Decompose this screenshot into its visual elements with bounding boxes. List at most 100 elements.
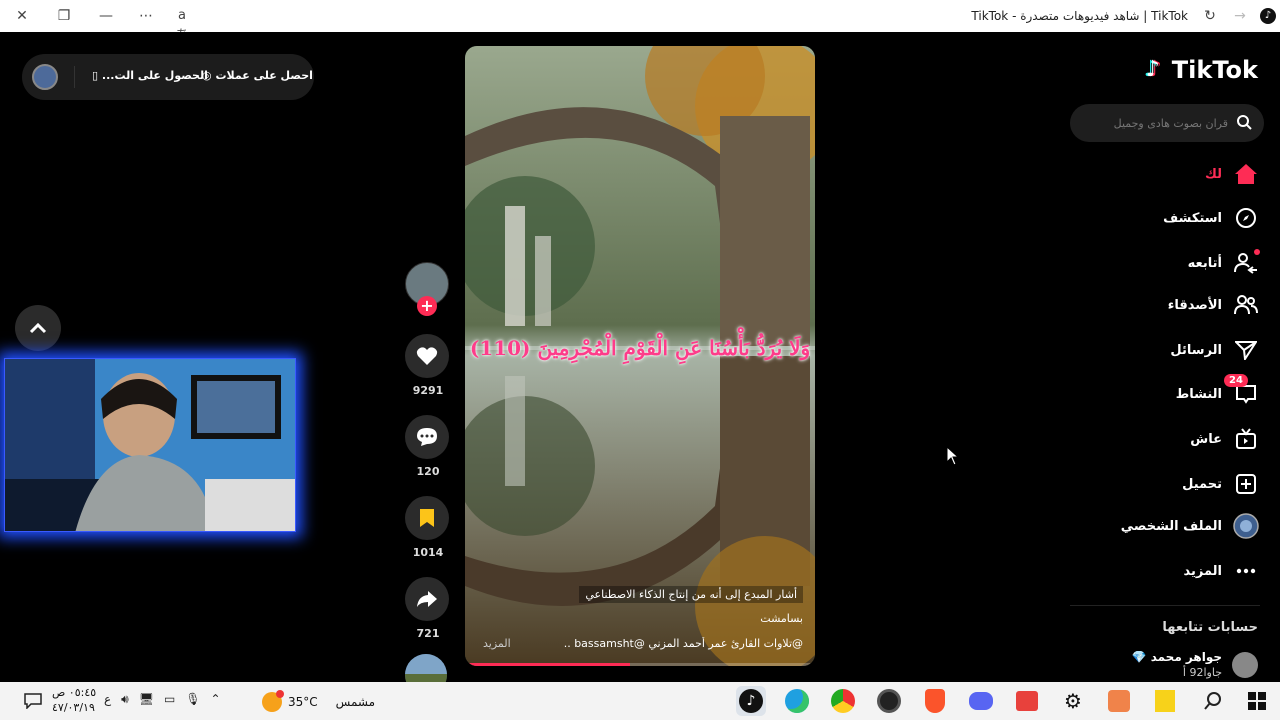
- read-aloud-icon[interactable]: aあ: [172, 6, 192, 43]
- tiktok-app: الحصول على الت... ▯ احصل على عملات ◎ وَل…: [0, 32, 1280, 696]
- save-action[interactable]: 1014: [405, 496, 451, 559]
- video-player[interactable]: وَلَا يُرَدُّ بَأْسُنَا عَنِ الْقَوْمِ ا…: [465, 46, 815, 666]
- nav-profile[interactable]: الملف الشخصي: [1080, 508, 1260, 544]
- settings-gear-icon[interactable]: ⚙: [1058, 686, 1088, 716]
- nav-label-live: عاش: [1190, 431, 1222, 447]
- tools-app-icon[interactable]: [1104, 686, 1134, 716]
- tiktok-logo[interactable]: ♪ TikTok: [1146, 56, 1258, 84]
- chrome-browser-icon[interactable]: [828, 686, 858, 716]
- minimize-icon[interactable]: —: [96, 6, 116, 26]
- live-icon: [1232, 425, 1260, 453]
- nav-label-more: المزيد: [1183, 563, 1222, 579]
- get-app-button[interactable]: الحصول على الت... ▯: [92, 69, 208, 82]
- previous-video-button[interactable]: [15, 305, 61, 351]
- system-tray: ع 🔊︎ 🖥︎ ▭ 🎙︎ ⌃: [104, 692, 221, 707]
- webcam-overlay: [4, 358, 296, 532]
- window-titlebar: ✕ ❐ — ⋯ aあ ↻ → TikTok | شاهد فيديوهات مت…: [0, 0, 1280, 43]
- search-taskbar-icon[interactable]: [1198, 686, 1228, 716]
- more-icon: [1232, 557, 1260, 585]
- nav-more[interactable]: المزيد: [1080, 553, 1260, 589]
- nav-friends[interactable]: الأصدقاء: [1080, 287, 1260, 323]
- compass-icon: [1232, 204, 1260, 232]
- search-box[interactable]: [1070, 104, 1264, 142]
- weather-alert-dot: [276, 690, 284, 698]
- chevron-up-tray-icon[interactable]: ⌃: [211, 692, 221, 707]
- comment-count: 120: [416, 465, 440, 478]
- home-icon: [1232, 160, 1260, 188]
- close-icon[interactable]: ✕: [12, 6, 32, 26]
- messages-icon: [1232, 336, 1260, 364]
- save-count: 1014: [412, 546, 444, 559]
- display-icon[interactable]: ▭: [164, 692, 175, 707]
- nav-messages[interactable]: الرسائل: [1080, 332, 1260, 368]
- friends-icon: [1232, 291, 1260, 319]
- volume-icon[interactable]: 🔊︎: [121, 692, 129, 707]
- more-options-icon[interactable]: ⋯: [136, 6, 156, 26]
- video-author[interactable]: بسامشت: [760, 612, 803, 625]
- video-progress-bar[interactable]: [465, 663, 815, 666]
- nav-label-upload: تحميل: [1182, 476, 1222, 492]
- activity-icon: 24: [1224, 374, 1260, 408]
- ai-generated-note: أشار المبدع إلى أنه من إنتاج الذكاء الاص…: [579, 586, 803, 603]
- profile-icon: [1232, 512, 1260, 540]
- nav-for-you[interactable]: لك: [1080, 156, 1260, 192]
- nav-label-messages: الرسائل: [1170, 342, 1222, 358]
- obs-studio-icon[interactable]: [874, 686, 904, 716]
- following-dot: [1254, 249, 1260, 255]
- taskbar-clock[interactable]: ٠٥:٤٥ ص ٤٧/٠٣/١٩: [52, 685, 96, 715]
- nav-explore[interactable]: استكشف: [1080, 200, 1260, 236]
- creator-avatar[interactable]: +: [405, 262, 451, 316]
- brave-browser-icon[interactable]: [920, 686, 950, 716]
- nav-upload[interactable]: تحميل: [1080, 466, 1260, 502]
- share-button[interactable]: [405, 577, 449, 621]
- like-count: 9291: [412, 384, 444, 397]
- edge-browser-icon[interactable]: [782, 686, 812, 716]
- nav-following[interactable]: أتابعه: [1080, 245, 1260, 281]
- share-action[interactable]: 721: [405, 577, 451, 640]
- like-button[interactable]: [405, 334, 449, 378]
- clock-time: ٠٥:٤٥ ص: [52, 686, 97, 699]
- following-account-avatar: [1232, 652, 1258, 678]
- notifications-icon[interactable]: [18, 686, 48, 716]
- nav-activity[interactable]: 24 النشاط: [1080, 374, 1260, 412]
- nav-live[interactable]: عاش: [1080, 421, 1260, 457]
- following-account-item[interactable]: جواهر محمد 💎 جاوا92 أ: [1078, 650, 1258, 682]
- network-icon[interactable]: 🖥︎: [139, 692, 154, 707]
- like-action[interactable]: 9291: [405, 334, 451, 397]
- comment-button[interactable]: [405, 415, 449, 459]
- video-verse-text: وَلَا يُرَدُّ بَأْسُنَا عَنِ الْقَوْمِ ا…: [469, 336, 811, 360]
- tiktok-note-icon: ♪: [1145, 57, 1160, 82]
- follow-plus-icon[interactable]: +: [417, 296, 437, 316]
- get-coins-label: احصل على عملات: [215, 69, 313, 82]
- forward-icon[interactable]: →: [1230, 6, 1250, 26]
- refresh-icon[interactable]: ↻: [1200, 6, 1220, 26]
- tiktok-app-icon: ♪: [1260, 8, 1276, 24]
- share-icon: [417, 591, 437, 607]
- get-coins-button[interactable]: احصل على عملات ◎: [202, 69, 313, 82]
- sun-icon: [262, 690, 284, 712]
- weather-widget[interactable]: 35°C مشمس: [262, 690, 375, 712]
- share-count: 721: [416, 627, 440, 640]
- restore-icon[interactable]: ❐: [54, 6, 74, 26]
- upload-icon: [1232, 470, 1260, 498]
- input-language-indicator[interactable]: ع: [104, 692, 111, 707]
- following-icon: [1232, 249, 1260, 277]
- microphone-icon[interactable]: 🎙︎: [185, 692, 200, 707]
- discord-icon[interactable]: [966, 686, 996, 716]
- sticky-notes-icon[interactable]: [1150, 686, 1180, 716]
- phone-icon: ▯: [92, 69, 99, 82]
- comment-action[interactable]: 120: [405, 415, 451, 478]
- user-avatar[interactable]: [32, 64, 58, 90]
- window-title: TikTok | شاهد فيديوهات متصدرة - TikTok: [971, 9, 1188, 23]
- nav-label-activity: النشاط: [1175, 386, 1222, 402]
- search-icon[interactable]: [1236, 114, 1252, 130]
- following-account-username: جاوا92 أ: [1182, 666, 1222, 679]
- tiktok-taskbar-icon[interactable]: ♪: [736, 686, 766, 716]
- search-input[interactable]: [1078, 104, 1228, 142]
- heart-icon: [416, 347, 438, 365]
- windows-start-icon[interactable]: [1242, 686, 1272, 716]
- save-button[interactable]: [405, 496, 449, 540]
- nav-label-following: أتابعه: [1187, 255, 1222, 271]
- presentation-app-icon[interactable]: [1012, 686, 1042, 716]
- caption-more-link[interactable]: المزيد: [483, 637, 511, 650]
